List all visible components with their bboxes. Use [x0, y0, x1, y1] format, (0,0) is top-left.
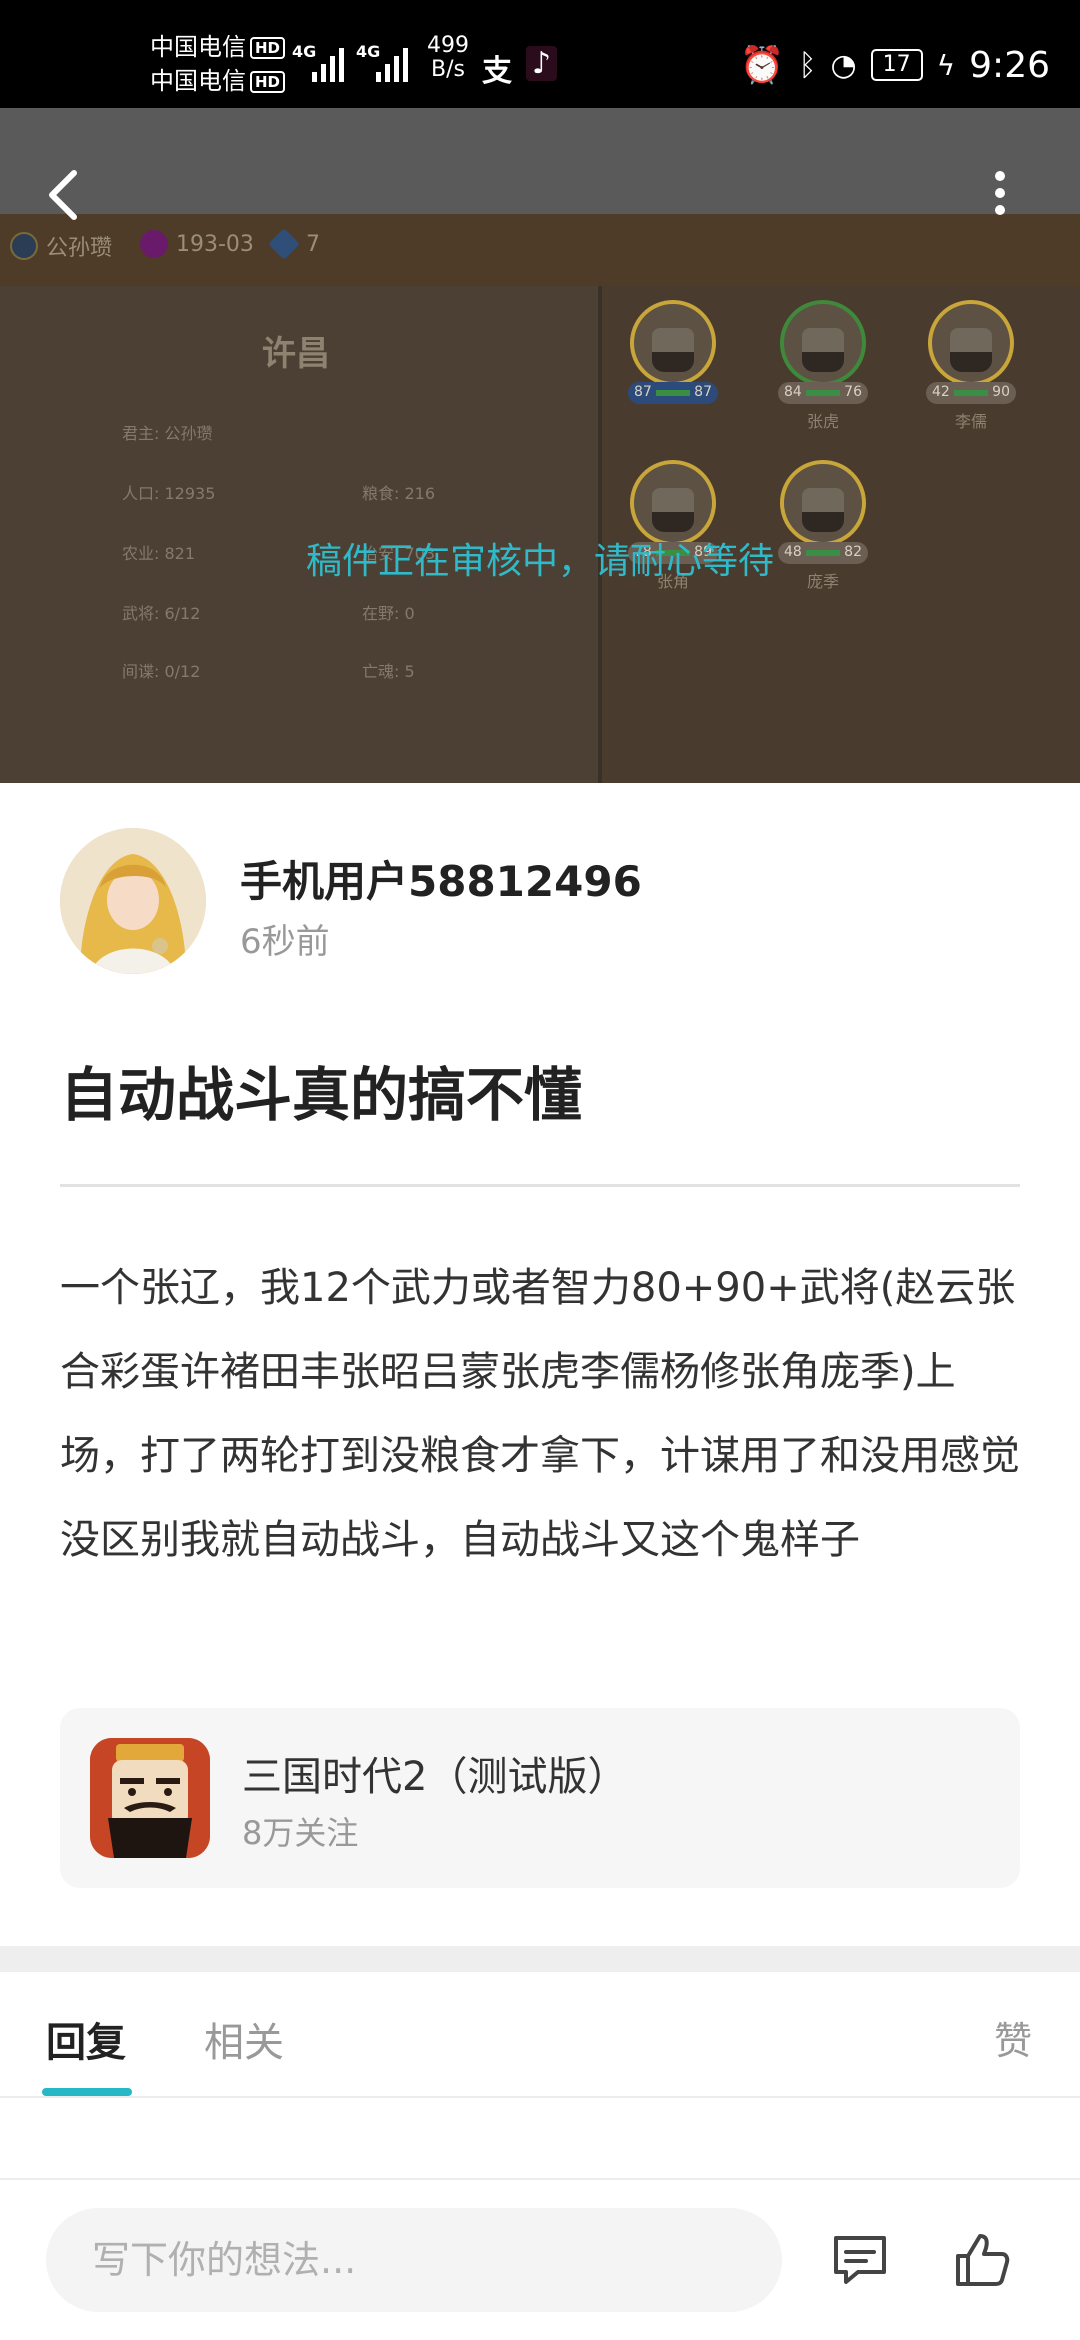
comment-button[interactable] [828, 2228, 892, 2292]
speed-unit: B/s [431, 57, 465, 82]
game-card[interactable]: 三国时代2（测试版） 8万关注 [60, 1708, 1020, 1888]
game-followers: 8万关注 [242, 1814, 359, 1852]
comment-input[interactable] [46, 2208, 782, 2312]
game-name: 三国时代2（测试版） [242, 1754, 628, 1800]
network-speed: 499 B/s [427, 34, 469, 82]
author-avatar[interactable] [60, 828, 206, 974]
general-stat-left: 42 [932, 384, 950, 400]
signal-icon-1 [312, 40, 352, 82]
general-card: 42 90 李儒 [926, 300, 1016, 431]
carrier-info: 中国电信 HD 中国电信 HD [150, 30, 286, 98]
general-name [628, 408, 718, 428]
tab-divider [0, 2096, 1080, 2098]
resource-lord-text: 公孙瓒 [46, 236, 113, 261]
back-arrow-icon [49, 170, 77, 220]
author-name[interactable]: 手机用户58812496 [240, 848, 642, 909]
general-name: 张虎 [806, 412, 839, 431]
hd-badge-2: HD [250, 71, 286, 93]
stat-item: 粮食: 216 [362, 484, 436, 503]
speedometer-icon: ◔ [830, 47, 857, 83]
signal-icon-2 [376, 40, 416, 82]
alipay-notification-icon: 支 [482, 54, 512, 89]
carrier-1: 中国电信 [150, 33, 246, 61]
general-stat-left: 87 [634, 384, 652, 400]
bluetooth-icon: ᛒ [798, 47, 817, 83]
stat-item: 间谍: 0/12 [122, 662, 201, 681]
tab-related[interactable]: 相关 [204, 2010, 284, 2068]
lord-emblem-icon [10, 232, 38, 260]
stat-item: 在野: 0 [362, 604, 415, 623]
status-right: ⏰ ᛒ ◔ 17 ϟ 9:26 [739, 44, 1050, 87]
general-stat-right: 87 [694, 384, 712, 400]
resource-count: 7 [268, 228, 320, 260]
back-button[interactable] [44, 165, 84, 225]
resource-date-text: 193-03 [176, 231, 254, 257]
resource-date: 193-03 [140, 230, 254, 258]
active-tab-indicator [42, 2088, 132, 2096]
resource-count-text: 7 [306, 231, 320, 257]
cover-top-overlay [0, 108, 1080, 214]
clock: 9:26 [969, 44, 1050, 86]
general-stats: 42 90 [926, 382, 1016, 404]
stat-item: 君主: 公孙瓒 [122, 424, 213, 443]
section-separator [0, 1946, 1080, 1972]
general-stats: 87 87 [628, 382, 718, 404]
more-vertical-icon [995, 171, 1005, 215]
alarm-icon: ⏰ [739, 45, 785, 86]
bottom-bar-divider [0, 2178, 1080, 2180]
charging-icon: ϟ [936, 48, 956, 82]
post-cover-image[interactable]: 公孙瓒 193-03 7 许昌 君主: 公孙瓒 人口: 12935 粮食: 21… [0, 108, 1080, 783]
tab-reply[interactable]: 回复 [46, 2010, 126, 2068]
general-stat-right: 90 [992, 384, 1010, 400]
post-body: 一个张辽，我12个武力或者智力80+90+武将(赵云张合彩蛋许褚田丰张昭吕蒙张虎… [60, 1265, 1020, 1563]
speed-value: 499 [427, 33, 469, 58]
general-card: 87 87 [628, 300, 718, 428]
avatar-image [60, 828, 206, 974]
resource-lord: 公孙瓒 [10, 230, 112, 262]
post-time: 6秒前 [240, 922, 330, 962]
general-stat-left: 84 [784, 384, 802, 400]
carrier-2: 中国电信 [150, 67, 246, 95]
battery-icon: 17 [870, 49, 923, 81]
like-button[interactable] [950, 2228, 1014, 2292]
general-stats: 84 76 [778, 382, 868, 404]
city-name: 许昌 [262, 334, 330, 374]
gem-icon [268, 228, 300, 260]
general-card: 84 76 张虎 [778, 300, 868, 431]
general-stat-right: 76 [844, 384, 862, 400]
general-name: 李儒 [954, 412, 987, 431]
comment-icon [834, 2236, 886, 2284]
hd-badge-1: HD [250, 37, 286, 59]
general-portrait-icon [630, 300, 716, 386]
date-icon [140, 230, 168, 258]
stat-item: 武将: 6/12 [122, 604, 201, 623]
stat-item: 亡魂: 5 [362, 662, 415, 681]
tiktok-notification-icon: ♪ [526, 46, 558, 81]
stat-item: 人口: 12935 [122, 484, 216, 503]
tab-like[interactable]: 赞 [994, 2010, 1032, 2065]
title-divider [60, 1184, 1020, 1187]
thumbs-up-icon [956, 2234, 1010, 2286]
post-title: 自动战斗真的搞不懂 [60, 1061, 583, 1129]
more-options-button[interactable] [986, 168, 1014, 218]
status-bar: 中国电信 HD 中国电信 HD 4G 4G 499 B/s 支 ♪ ⏰ ᛒ ◔ 17… [0, 0, 1080, 108]
general-portrait-icon [780, 300, 866, 386]
game-icon [90, 1738, 210, 1858]
general-portrait-icon [928, 300, 1014, 386]
review-status-message: 稿件正在审核中，请耐心等待 [305, 541, 774, 582]
